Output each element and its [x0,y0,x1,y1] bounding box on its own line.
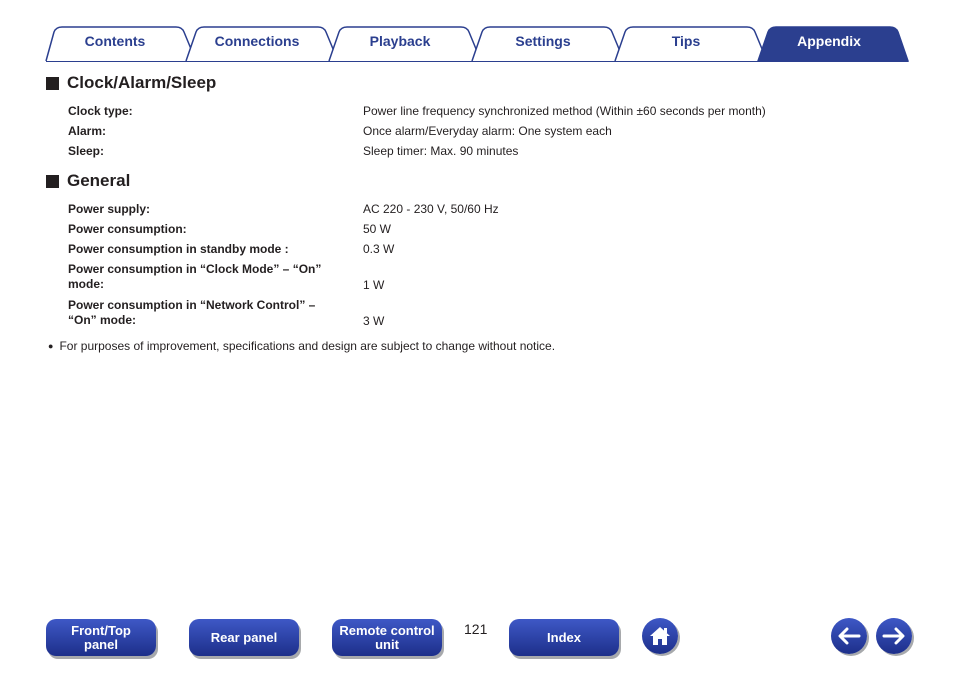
spec-label-clock-type: Clock type: [68,104,133,118]
tab-contents[interactable]: Contents [55,33,175,51]
section-heading-general: General [46,171,130,191]
spec-label-sleep: Sleep: [68,144,105,158]
section-title: General [67,171,131,190]
spec-label-alarm: Alarm: [68,124,107,138]
arrow-left-icon [838,627,861,645]
spec-value-clock-mode: 1 W [363,278,385,292]
section-heading-clock-alarm-sleep: Clock/Alarm/Sleep [46,73,216,93]
button-label-line: Front/Top [71,622,131,638]
tab-settings[interactable]: Settings [483,33,603,51]
button-label-line: panel [84,636,118,652]
spec-label-clock-mode: Power consumption in “Clock Mode” – “On”… [68,262,348,292]
tab-bar: Contents Connections Playback Settings T… [0,0,954,64]
page-number: 121 [464,621,488,637]
spec-value-clock-type: Power line frequency synchronized method… [363,104,766,118]
tab-connections[interactable]: Connections [197,33,317,51]
note-text: For purposes of improvement, specificati… [59,339,556,353]
spec-value-alarm: Once alarm/Everyday alarm: One system ea… [363,124,612,138]
section-title: Clock/Alarm/Sleep [67,73,217,92]
tab-appendix[interactable]: Appendix [769,33,889,51]
index-button[interactable]: Index [509,619,619,656]
button-label-line: Remote control [339,622,435,638]
spec-label-power-consumption: Power consumption: [68,222,187,236]
spec-value-power-consumption: 50 W [363,222,392,236]
tab-tips[interactable]: Tips [626,33,746,51]
remote-control-unit-button[interactable]: Remote control unit [332,619,442,656]
arrow-right-icon [882,627,905,645]
spec-label-line: “On” mode: [68,313,136,327]
front-top-panel-button[interactable]: Front/Top panel [46,619,156,656]
bullet-icon: ● [48,341,54,351]
heading-square-icon [46,174,59,188]
spec-label-line: mode: [68,277,104,291]
rear-panel-button[interactable]: Rear panel [189,619,299,656]
next-page-button[interactable] [876,618,912,654]
home-icon [650,627,670,645]
tab-bar-outline [45,26,910,62]
button-label-line: unit [375,636,399,652]
spec-label-standby: Power consumption in standby mode : [68,242,289,256]
spec-value-standby: 0.3 W [363,242,395,256]
spec-value-sleep: Sleep timer: Max. 90 minutes [363,144,519,158]
home-button[interactable] [642,618,678,654]
button-label: Index [547,629,581,645]
spec-label-network-control: Power consumption in “Network Control” –… [68,298,348,328]
spec-label-line: Power consumption in “Network Control” – [68,298,316,312]
button-label: Rear panel [210,629,278,645]
note: ● For purposes of improvement, specificat… [48,339,555,353]
heading-square-icon [46,76,59,90]
spec-value-power-supply: AC 220 - 230 V, 50/60 Hz [363,202,499,216]
tab-playback[interactable]: Playback [340,33,460,51]
previous-page-button[interactable] [831,618,867,654]
spec-label-line: Power consumption in “Clock Mode” – “On” [68,262,322,276]
spec-label-power-supply: Power supply: [68,202,151,216]
spec-value-network-control: 3 W [363,314,385,328]
